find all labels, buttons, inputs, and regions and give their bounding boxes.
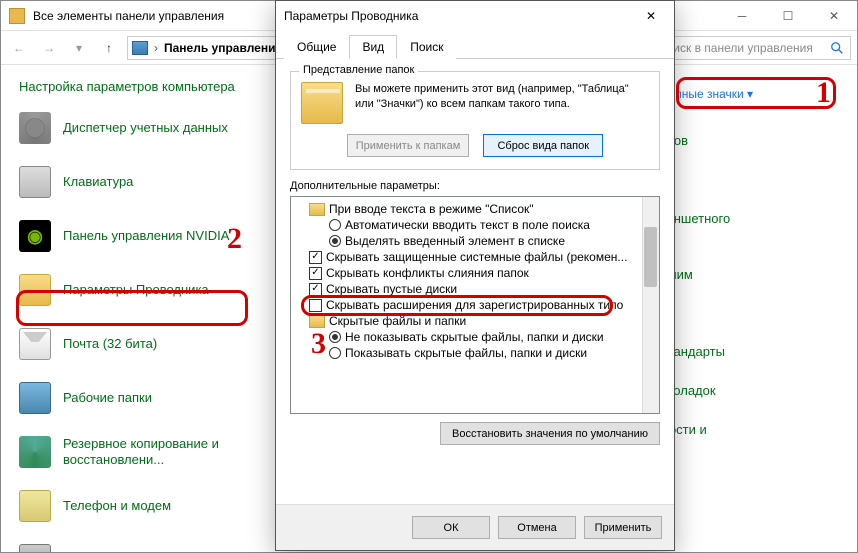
tree-item-label: Автоматически вводить текст в поле поиск… [345, 218, 590, 232]
restore-defaults-button[interactable]: Восстановить значения по умолчанию [440, 422, 660, 445]
dialog-tabs: ОбщиеВидПоиск [276, 34, 674, 59]
dialog-title: Параметры Проводника [284, 9, 636, 23]
up-button[interactable]: ↑ [97, 36, 121, 60]
tree-item-0[interactable]: При вводе текста в режиме "Список" [293, 201, 657, 217]
cp-item-label: Клавиатура [63, 174, 133, 190]
back-button[interactable]: ← [7, 36, 31, 60]
cp-item-label: Телефон и модем [63, 498, 171, 514]
dialog-titlebar: Параметры Проводника ✕ [276, 1, 674, 31]
tree-item-label: Скрытые файлы и папки [329, 314, 466, 328]
search-input[interactable]: Поиск в панели управления [651, 36, 851, 60]
checkbox-icon: ✓ [309, 283, 322, 296]
cp-item-7[interactable]: Телефон и модем [19, 490, 259, 522]
apply-button[interactable]: Применить [584, 516, 662, 539]
cp-item-1[interactable]: Клавиатура [19, 166, 259, 198]
dialog-close-button[interactable]: ✕ [636, 3, 666, 29]
cp-item-icon [19, 490, 51, 522]
cp-item-icon: ◉ [19, 220, 51, 252]
cp-item-4[interactable]: Почта (32 бита) [19, 328, 259, 360]
tree-item-1[interactable]: Автоматически вводить текст в поле поиск… [293, 217, 657, 233]
close-button[interactable]: ✕ [811, 1, 857, 31]
tree-item-label: Выделять введенный элемент в списке [345, 234, 565, 248]
forward-button[interactable]: → [37, 36, 61, 60]
search-icon [830, 41, 844, 55]
checkbox-icon: ✓ [309, 267, 322, 280]
breadcrumb[interactable]: Панель управления [164, 41, 282, 55]
radio-icon [329, 219, 341, 231]
cp-item-label: Резервное копирование и восстановлени... [63, 436, 243, 467]
tree-item-9[interactable]: Показывать скрытые файлы, папки и диски [293, 345, 657, 361]
cp-item-8[interactable]: Устройства и принтеры [19, 544, 259, 552]
tree-item-label: Скрывать расширения для зарегистрированн… [326, 298, 623, 312]
dialog-footer: ОК Отмена Применить [276, 504, 674, 550]
folder-view-group: Представление папок Вы можете применить … [290, 71, 660, 170]
cancel-button[interactable]: Отмена [498, 516, 576, 539]
folder-icon [301, 82, 343, 124]
tree-item-3[interactable]: ✓ Скрывать защищенные системные файлы (ре… [293, 249, 657, 265]
tree-item-label: При вводе текста в режиме "Список" [329, 202, 534, 216]
radio-icon [329, 347, 341, 359]
maximize-button[interactable]: ☐ [765, 1, 811, 31]
advanced-settings-tree[interactable]: При вводе текста в режиме "Список" Автома… [290, 196, 660, 414]
tree-item-label: Скрывать защищенные системные файлы (рек… [326, 250, 627, 264]
tree-item-label: Не показывать скрытые файлы, папки и дис… [345, 330, 604, 344]
group-text: Вы можете применить этот вид (например, … [355, 82, 649, 124]
tree-item-4[interactable]: ✓ Скрывать конфликты слияния папок [293, 265, 657, 281]
cp-item-icon [19, 382, 51, 414]
advanced-label: Дополнительные параметры: [290, 180, 660, 192]
radio-icon [329, 235, 341, 247]
checkbox-icon: ✓ [309, 251, 322, 264]
radio-icon [329, 331, 341, 343]
cp-item-6[interactable]: Резервное копирование и восстановлени... [19, 436, 259, 468]
ok-button[interactable]: ОК [412, 516, 490, 539]
tree-scrollbar[interactable] [642, 197, 659, 413]
tab-Поиск[interactable]: Поиск [397, 35, 456, 59]
history-dropdown[interactable]: ▾ [67, 36, 91, 60]
minimize-button[interactable]: ─ [719, 1, 765, 31]
cp-item-label: Диспетчер учетных данных [63, 120, 228, 136]
scrollbar-thumb[interactable] [644, 227, 657, 287]
cp-item-label: Панель управления NVIDIA [63, 228, 229, 244]
cp-item-5[interactable]: Рабочие папки [19, 382, 259, 414]
tab-Вид[interactable]: Вид [349, 35, 397, 59]
tab-Общие[interactable]: Общие [284, 35, 349, 59]
cp-item-3[interactable]: Параметры Проводника [19, 274, 259, 306]
tree-item-6[interactable]: Скрывать расширения для зарегистрированн… [293, 297, 657, 313]
tree-item-label: Скрывать конфликты слияния папок [326, 266, 529, 280]
apply-to-folders-button[interactable]: Применить к папкам [347, 134, 470, 157]
checkbox-icon [309, 299, 322, 312]
folder-options-dialog: Параметры Проводника ✕ ОбщиеВидПоиск Пре… [275, 0, 675, 551]
cp-item-icon [19, 274, 51, 306]
tree-item-2[interactable]: Выделять введенный элемент в списке [293, 233, 657, 249]
tree-item-7[interactable]: Скрытые файлы и папки [293, 313, 657, 329]
cp-item-label: Почта (32 бита) [63, 336, 157, 352]
cp-item-2[interactable]: ◉ Панель управления NVIDIA [19, 220, 259, 252]
cp-item-icon [19, 436, 51, 468]
cp-item-icon [19, 328, 51, 360]
cp-item-icon [19, 166, 51, 198]
reset-folders-button[interactable]: Сброс вида папок [483, 134, 603, 157]
tree-item-label: Скрывать пустые диски [326, 282, 457, 296]
cp-item-label: Рабочие папки [63, 390, 152, 406]
search-placeholder: Поиск в панели управления [658, 41, 813, 55]
tree-item-5[interactable]: ✓ Скрывать пустые диски [293, 281, 657, 297]
cp-item-0[interactable]: Диспетчер учетных данных [19, 112, 259, 144]
app-icon [9, 8, 25, 24]
cp-item-icon [19, 112, 51, 144]
control-panel-icon [132, 41, 148, 55]
tree-item-label: Показывать скрытые файлы, папки и диски [345, 346, 587, 360]
cp-item-label: Параметры Проводника [63, 282, 209, 298]
group-legend: Представление папок [299, 64, 418, 76]
folder-icon [309, 203, 325, 216]
folder-icon [309, 315, 325, 328]
tree-item-8[interactable]: Не показывать скрытые файлы, папки и дис… [293, 329, 657, 345]
cp-item-icon [19, 544, 51, 552]
